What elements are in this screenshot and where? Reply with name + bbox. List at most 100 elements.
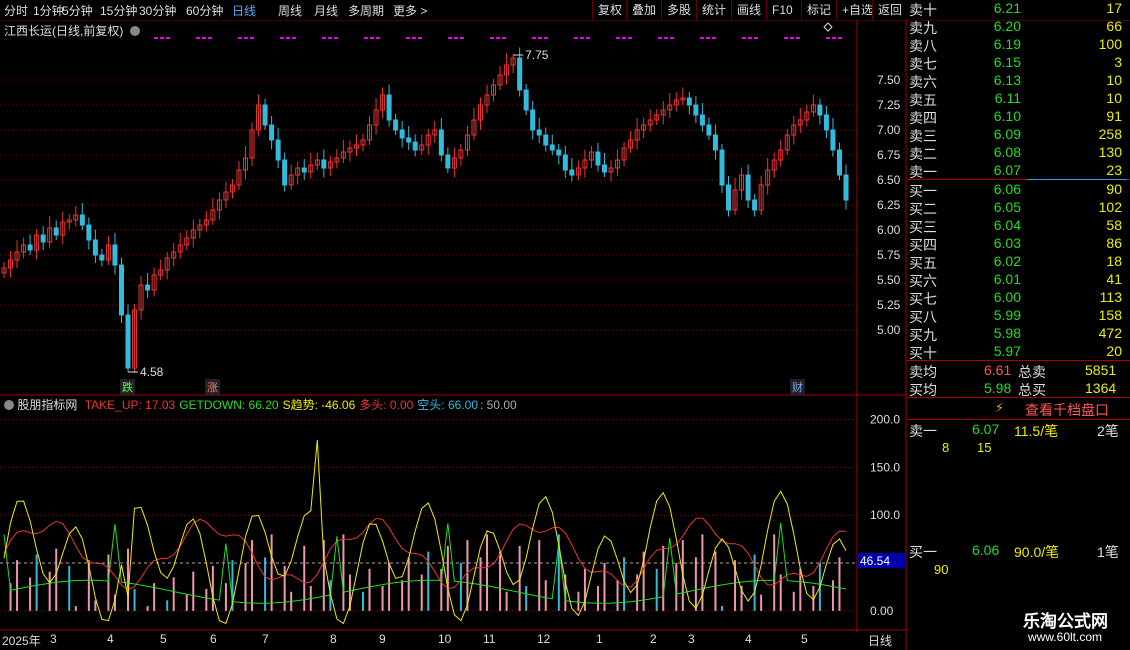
signal-dot: [670, 37, 674, 39]
order-volume: 17: [1106, 0, 1122, 16]
order-row[interactable]: 买二 6.05 102: [907, 199, 1122, 217]
order-row[interactable]: 买五 6.02 18: [907, 253, 1122, 271]
tab-2[interactable]: 5分钟: [62, 2, 93, 19]
kline-chart[interactable]: 7.50 7.25 7.00 6.75 6.50 6.25 6.00 5.75 5.50 5.25…: [0, 20, 907, 650]
order-row[interactable]: 卖七 6.15 3: [907, 54, 1122, 72]
tab-3[interactable]: 15分钟: [100, 2, 137, 19]
order-label: 卖七: [909, 56, 937, 72]
tab-1[interactable]: 1分钟: [33, 2, 64, 19]
candle-body: [817, 104, 823, 116]
signal-dot: [574, 37, 578, 39]
order-volume: 113: [1099, 289, 1122, 305]
candle-body: [269, 124, 275, 141]
candle-body: [118, 264, 124, 316]
order-volume: 130: [1098, 144, 1122, 160]
order-price: 6.01: [993, 271, 1021, 287]
order-row[interactable]: 买九 5.98 472: [907, 325, 1122, 343]
order-row[interactable]: 买十 5.97 20: [907, 343, 1122, 361]
order-row[interactable]: 买四 6.03 86: [907, 235, 1122, 253]
order-row[interactable]: 卖十 6.21 17: [907, 0, 1122, 18]
order-volume: 102: [1098, 199, 1122, 215]
order-volume: 66: [1106, 18, 1122, 34]
signal-dot: [202, 37, 206, 39]
tab-9[interactable]: 多周期: [348, 2, 384, 19]
order-price: 6.02: [993, 253, 1021, 269]
order-row[interactable]: 卖五 6.11 10: [907, 90, 1122, 108]
signal-dot: [490, 37, 494, 39]
signal-dot: [628, 37, 632, 39]
order-volume: 91: [1106, 108, 1122, 124]
candle-body: [726, 184, 732, 211]
candle-body: [386, 94, 392, 121]
order-row[interactable]: 卖九 6.20 66: [907, 18, 1122, 36]
order-row[interactable]: 买六 6.01 41: [907, 271, 1122, 289]
order-volume: 100: [1098, 36, 1122, 52]
order-row[interactable]: 卖四 6.10 91: [907, 108, 1122, 126]
tab-4[interactable]: 30分钟: [139, 2, 176, 19]
toolbar-button-2[interactable]: 多股: [661, 0, 696, 20]
order-price: 6.10: [993, 108, 1021, 124]
toolbar-button-8[interactable]: 返回: [872, 0, 907, 20]
toolbar-button-0[interactable]: 复权: [592, 0, 627, 20]
candle-body: [262, 104, 268, 126]
tab-8[interactable]: 月线: [314, 2, 338, 19]
order-row[interactable]: 卖六 6.13 10: [907, 72, 1122, 90]
die-marker: 跌: [120, 379, 135, 395]
order-price: 5.97: [993, 343, 1021, 359]
price-label: 6.25: [877, 198, 901, 212]
signal-dot: [208, 37, 212, 39]
signal-dot: [838, 37, 842, 39]
signal-dot: [616, 37, 620, 39]
date-label: 12: [537, 632, 551, 646]
sell1-q1: 8: [942, 440, 950, 455]
tab-10[interactable]: 更多 >: [393, 2, 427, 19]
order-label: 卖二: [909, 146, 937, 162]
order-row[interactable]: 买七 6.00 113: [907, 289, 1122, 307]
tab-6[interactable]: 日线: [232, 2, 256, 19]
order-price: 6.20: [993, 18, 1021, 34]
toolbar-button-1[interactable]: 叠加: [626, 0, 661, 20]
order-label: 买四: [909, 237, 937, 253]
signal-dot: [364, 37, 368, 39]
avg-divider: [907, 360, 1130, 361]
signal-dot: [196, 37, 200, 39]
tab-7[interactable]: 周线: [278, 2, 302, 19]
order-row[interactable]: 卖三 6.09 258: [907, 126, 1122, 144]
toolbar-button-3[interactable]: 统计: [696, 0, 731, 20]
order-price: 6.13: [993, 72, 1021, 88]
signal-dot: [328, 37, 332, 39]
toolbar-button-5[interactable]: F10: [766, 0, 798, 20]
order-row[interactable]: 卖一 6.07 23: [907, 162, 1122, 180]
signal-dot: [700, 37, 704, 39]
date-label: 3: [50, 632, 57, 646]
signal-dot: [322, 37, 326, 39]
legend-extra: : 50.00: [480, 398, 517, 412]
order-row[interactable]: 卖二 6.08 130: [907, 144, 1122, 162]
candle-body: [823, 114, 829, 131]
candle-body: [719, 149, 725, 186]
watermark-title: 乐淘公式网: [1023, 612, 1108, 632]
order-row[interactable]: 买三 6.04 58: [907, 217, 1122, 235]
price-marker-line: [1027, 179, 1127, 180]
tab-0[interactable]: 分时: [4, 2, 28, 19]
candle-body: [699, 114, 705, 126]
candle-body: [275, 139, 281, 161]
toolbar-button-4[interactable]: 画线: [731, 0, 766, 20]
view-depth-button[interactable]: 查看千档盘口: [1025, 400, 1109, 420]
high-price-label: 7.75: [525, 48, 549, 62]
order-row[interactable]: 买一 6.06 90: [907, 181, 1122, 199]
candle-body: [282, 159, 288, 186]
date-label: 9: [379, 632, 386, 646]
date-label: 10: [438, 632, 452, 646]
order-row[interactable]: 卖八 6.19 100: [907, 36, 1122, 54]
price-label: 7.50: [877, 73, 901, 87]
period-label[interactable]: 日线: [868, 632, 892, 649]
toolbar-button-6[interactable]: 标记: [801, 0, 836, 20]
signal-dot: [532, 37, 536, 39]
order-price: 6.11: [994, 90, 1021, 106]
indicator-settings-icon[interactable]: [4, 400, 14, 410]
tab-5[interactable]: 60分钟: [186, 2, 223, 19]
order-row[interactable]: 买八 5.99 158: [907, 307, 1122, 325]
sell1-label: 卖一: [909, 423, 937, 439]
price-label: 7.00: [877, 123, 901, 137]
